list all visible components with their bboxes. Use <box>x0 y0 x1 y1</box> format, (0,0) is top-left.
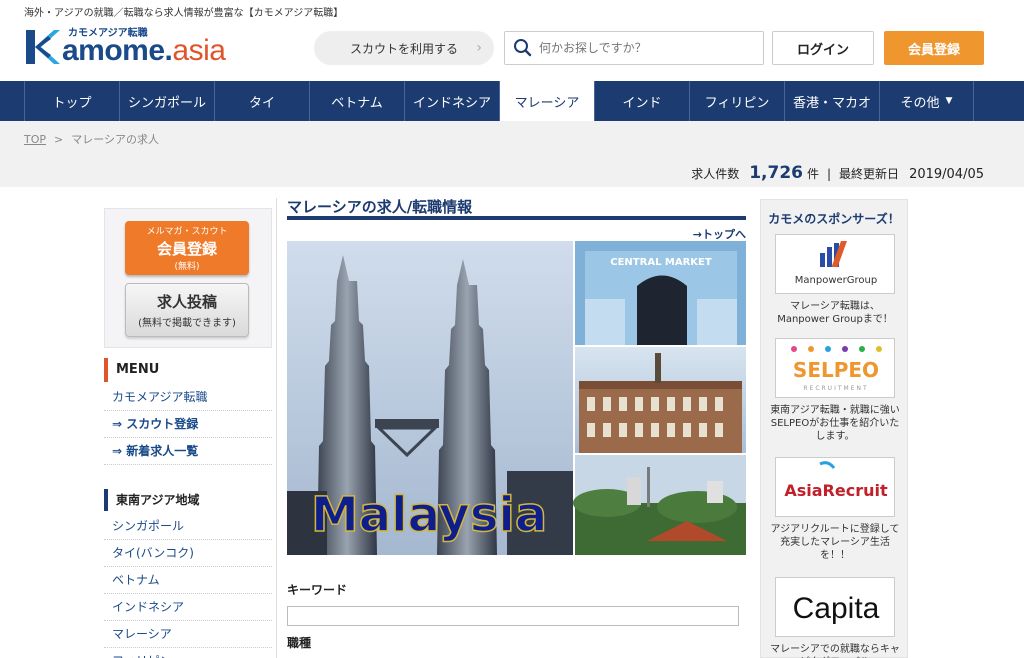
site-logo[interactable]: カモメアジア転職 amome.asia <box>24 26 226 68</box>
updated-date: 2019/04/05 <box>909 167 984 182</box>
region-heading: 東南アジア地域 <box>104 489 272 511</box>
caret-down-icon: ▼ <box>945 96 953 106</box>
nav-item-singapore[interactable]: シンガポール <box>119 81 214 121</box>
malaysia-word: Malaysia <box>311 487 547 543</box>
job-stats: 求人件数 1,726 件 | 最終更新日 2019/04/05 <box>691 163 984 183</box>
svg-text:ManpowerGroup: ManpowerGroup <box>795 275 877 286</box>
region-item-singapore[interactable]: シンガポール <box>104 513 272 540</box>
job-count: 1,726 <box>749 163 803 183</box>
breadcrumb-top-link[interactable]: TOP <box>24 133 46 146</box>
sponsor-manpower[interactable]: ManpowerGroup マレーシア転職は、Manpower Groupまで！ <box>761 234 909 326</box>
sponsor-desc: アジアリクルートに登録して充実したマレーシア生活を！！ <box>770 524 900 561</box>
search-icon <box>505 32 539 64</box>
nav-item-malaysia[interactable]: マレーシア <box>499 81 594 121</box>
menu-item-scout[interactable]: ⇒ スカウト登録 <box>104 411 272 438</box>
menu-heading: MENU <box>104 358 272 382</box>
search-input[interactable] <box>539 41 749 55</box>
member-register-button[interactable]: メルマガ・スカウト 会員登録 (無料) <box>125 221 249 275</box>
sponsor-asiarecruit[interactable]: AsiaRecruit アジアリクルートに登録して充実したマレーシア生活を！！ <box>761 457 909 562</box>
register-button[interactable]: 会員登録 <box>884 31 984 65</box>
scout-button[interactable]: スカウトを利用する › <box>314 31 494 65</box>
chevron-right-icon: › <box>476 40 482 56</box>
region-item-vietnam[interactable]: ベトナム <box>104 567 272 594</box>
logo-k-mark <box>24 28 60 66</box>
logo-wordmark: amome.asia <box>62 34 226 67</box>
sponsors-heading: カモメのスポンサーズ！ <box>768 212 900 226</box>
sponsors-sidebar: カモメのスポンサーズ！ ManpowerGroup マレーシア転職は、Manpo… <box>760 199 908 658</box>
login-button[interactable]: ログイン <box>772 31 874 65</box>
sponsor-desc: マレーシアでの就職ならキャピタグローバル <box>770 644 900 658</box>
sponsor-selpeo[interactable]: SELPEO RECRUITMENT 東南アジア転職・就職に強いSELPEOがお… <box>761 338 909 443</box>
svg-text:SELPEO: SELPEO <box>793 358 879 382</box>
region-item-philippines[interactable]: フィリピン <box>104 648 272 658</box>
breadcrumb: TOP > マレーシアの求人 <box>24 133 160 146</box>
main-nav: トップ シンガポール タイ ベトナム インドネシア マレーシア インド フィリピ… <box>0 81 1024 121</box>
svg-text:RECRUITMENT: RECRUITMENT <box>803 385 868 392</box>
job-post-button[interactable]: 求人投稿 (無料で掲載できます) <box>125 283 249 337</box>
nav-item-vietnam[interactable]: ベトナム <box>309 81 404 121</box>
left-sidebar: メルマガ・スカウト 会員登録 (無料) 求人投稿 (無料で掲載できます) MEN… <box>104 208 272 658</box>
menu-item-new-jobs[interactable]: ⇒ 新着求人一覧 <box>104 438 272 465</box>
to-top-link[interactable]: →トップへ <box>287 226 746 241</box>
column-divider <box>276 198 277 658</box>
nav-item-hongkong-macau[interactable]: 香港・マカオ <box>784 81 879 121</box>
logo-subtitle: カモメアジア転職 <box>68 28 148 39</box>
region-item-indonesia[interactable]: インドネシア <box>104 594 272 621</box>
search-box[interactable] <box>504 31 764 65</box>
selpeo-logo[interactable]: SELPEO RECRUITMENT <box>775 338 895 398</box>
sponsor-capita[interactable]: Capita マレーシアでの就職ならキャピタグローバル <box>761 577 909 658</box>
sponsor-desc: マレーシア転職は、Manpower Groupまで！ <box>777 301 893 325</box>
nav-item-top[interactable]: トップ <box>24 81 119 121</box>
asiarecruit-logo[interactable]: AsiaRecruit <box>775 457 895 517</box>
main-content: マレーシアの求人/転職情報 →トップへ CENTRAL MARKET Malay… <box>287 196 746 651</box>
svg-text:AsiaRecruit: AsiaRecruit <box>784 481 888 500</box>
site-tagline: 海外・アジアの就職／転職なら求人情報が豊富な【カモメアジア転職】 <box>24 8 344 19</box>
menu-item-kamome[interactable]: カモメアジア転職 <box>104 384 272 411</box>
manpower-logo[interactable]: ManpowerGroup <box>775 234 895 294</box>
breadcrumb-current: マレーシアの求人 <box>71 133 160 146</box>
nav-item-thailand[interactable]: タイ <box>214 81 309 121</box>
region-item-thailand[interactable]: タイ(バンコク) <box>104 540 272 567</box>
svg-text:Capita: Capita <box>793 592 880 625</box>
scout-label: スカウトを利用する <box>350 41 459 56</box>
page-title: マレーシアの求人/転職情報 <box>287 196 746 220</box>
capita-logo[interactable]: Capita <box>775 577 895 637</box>
region-item-malaysia[interactable]: マレーシア <box>104 621 272 648</box>
sponsor-desc: 東南アジア転職・就職に強いSELPEOがお仕事を紹介いたします。 <box>770 405 900 442</box>
nav-item-other[interactable]: その他 ▼ <box>879 81 974 121</box>
nav-item-india[interactable]: インド <box>594 81 689 121</box>
keyword-label: キーワード <box>287 583 348 597</box>
malaysia-collage-image: CENTRAL MARKET Malaysia <box>287 241 746 555</box>
job-type-label: 職種 <box>287 636 312 650</box>
nav-item-philippines[interactable]: フィリピン <box>689 81 784 121</box>
market-sign-text: CENTRAL MARKET <box>610 257 712 268</box>
keyword-input[interactable] <box>287 606 739 626</box>
nav-item-indonesia[interactable]: インドネシア <box>404 81 499 121</box>
